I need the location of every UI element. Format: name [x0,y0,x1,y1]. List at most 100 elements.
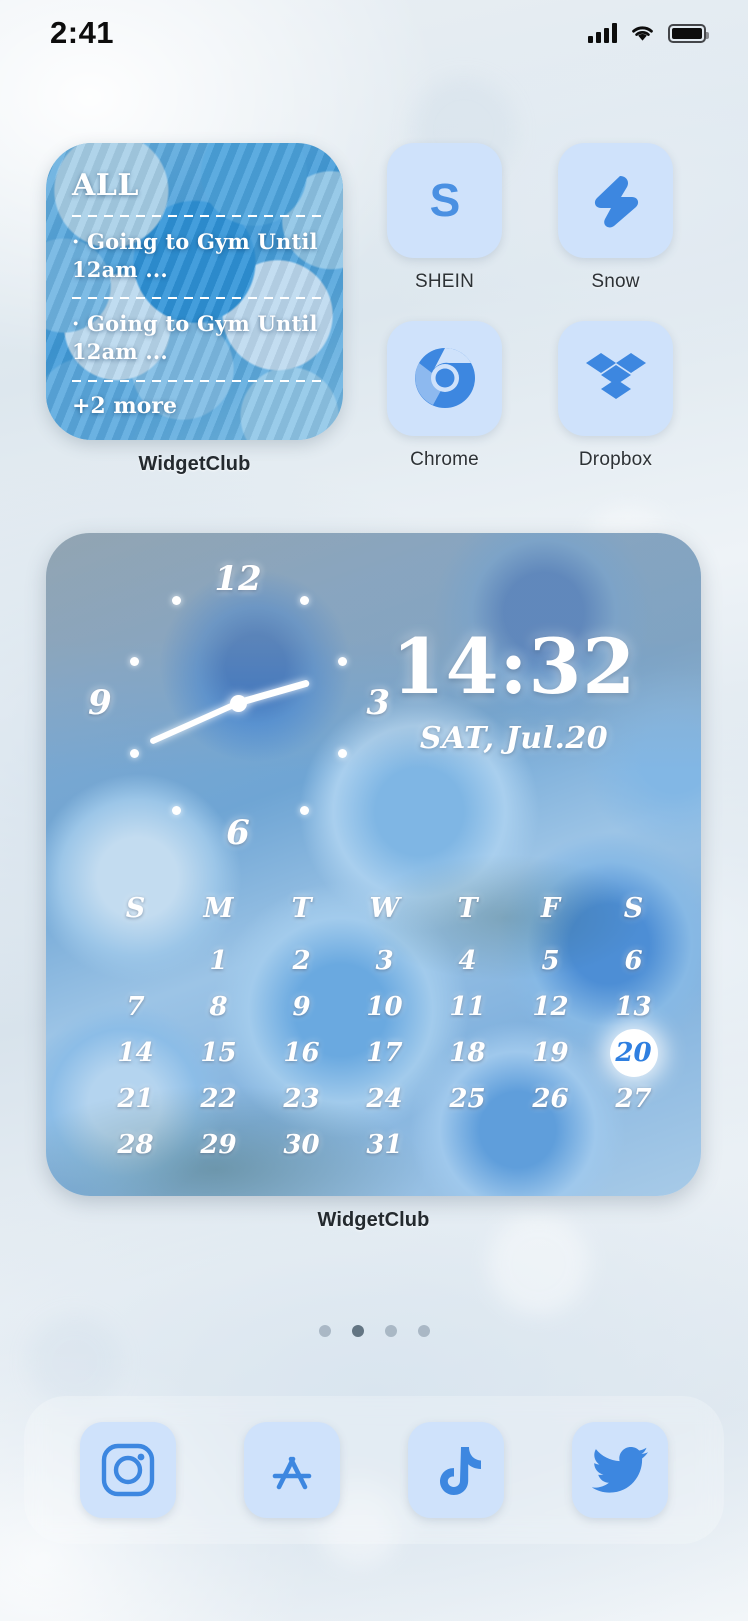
reminder-widget[interactable]: ALL · Going to Gym Until 12am ... · Goin… [46,143,343,440]
calendar-day-number: 8 [209,992,228,1022]
calendar-day[interactable]: 18 [426,1030,509,1076]
app-snow[interactable]: Snow [558,143,673,299]
calendar-day-number: 4 [458,946,477,976]
calendar-day[interactable]: 22 [177,1076,260,1122]
digital-date: SAT, Jul.20 [419,721,609,756]
tiktok-icon-tile[interactable] [408,1422,504,1518]
calendar-day-number: 28 [117,1130,154,1160]
calendar-day-number: 22 [200,1084,237,1114]
calendar-day[interactable]: 9 [260,984,343,1030]
analog-clock: 12 3 6 9 [88,559,390,853]
calendar-day-number: 23 [283,1084,320,1114]
app-dropbox[interactable]: Dropbox [558,320,673,477]
calendar-day-number: 13 [615,992,652,1022]
chrome-icon-tile[interactable] [387,320,502,436]
calendar-day[interactable]: 24 [343,1076,426,1122]
app-shein[interactable]: S SHEIN [387,143,502,299]
calendar-day[interactable]: 5 [509,938,592,984]
shein-icon-tile[interactable]: S [387,143,502,258]
calendar-day-number: 31 [366,1130,403,1160]
calendar-day[interactable]: 2 [260,938,343,984]
app-chrome[interactable]: Chrome [387,320,502,477]
calendar-day[interactable]: 23 [260,1076,343,1122]
digital-time: 14:32 [391,622,637,711]
calendar-day-number: 29 [200,1130,237,1160]
clock-tick-dot [300,596,309,605]
twitter-icon-tile[interactable] [572,1422,668,1518]
calendar-day[interactable]: 19 [509,1030,592,1076]
calendar-day[interactable]: 29 [177,1122,260,1168]
calendar-day-number: 30 [283,1130,320,1160]
top-widget-row: ALL · Going to Gym Until 12am ... · Goin… [46,143,706,476]
clock-numeral-12: 12 [214,559,262,599]
calendar-day-number: 19 [532,1038,569,1068]
twitter-bird-icon [592,1447,648,1493]
calendar-day[interactable]: 3 [343,938,426,984]
page-dot[interactable] [384,1325,397,1337]
calendar-day-today[interactable]: 20 [592,1029,675,1077]
reminder-more-count: +2 more [72,392,177,419]
calendar-day[interactable]: 7 [94,984,177,1030]
calendar-day-number: 20 [615,1038,652,1068]
dropbox-icon [585,353,646,399]
calendar-day-number: 10 [366,992,403,1022]
calendar-day[interactable]: 26 [509,1076,592,1122]
calendar-day[interactable]: 16 [260,1030,343,1076]
clock-calendar-widget[interactable]: 12 3 6 9 14:32 SAT, Jul.20 S M T W T F S… [46,533,701,1196]
calendar-weekday: F [540,893,561,924]
widgetclub-reminder-widget-wrap: ALL · Going to Gym Until 12am ... · Goin… [46,143,343,476]
digital-clock: 14:32 SAT, Jul.20 [369,622,659,757]
status-bar: 2:41 [0,0,748,66]
calendar-day[interactable]: 13 [592,984,675,1030]
page-indicator-dots[interactable] [0,1325,748,1337]
snow-icon-tile[interactable] [558,143,673,258]
battery-full-icon [668,23,709,43]
page-dot[interactable] [318,1325,331,1337]
clock-center-pin [229,694,247,712]
calendar-day-number: 6 [624,946,643,976]
calendar-day[interactable]: 14 [94,1030,177,1076]
calendar-day[interactable]: 27 [592,1076,675,1122]
divider [72,297,321,300]
calendar-day[interactable]: 10 [343,984,426,1030]
calendar-week-row: 1 2 3 4 5 6 [94,938,675,984]
reminder-item[interactable]: · Going to Gym Until 12am ... [72,310,321,365]
calendar-day[interactable]: 15 [177,1030,260,1076]
calendar-day[interactable]: 11 [426,984,509,1030]
calendar-day[interactable]: 6 [592,938,675,984]
calendar-day[interactable]: 12 [509,984,592,1030]
reminder-item[interactable]: · Going to Gym Until 12am ... [72,228,321,283]
calendar-day[interactable]: 4 [426,938,509,984]
page-dot-active[interactable] [351,1325,364,1337]
clock-section: 12 3 6 9 14:32 SAT, Jul.20 [46,533,701,883]
calendar-day-number: 18 [449,1038,486,1068]
calendar-day-empty [426,1122,509,1168]
calendar-weekday: M [203,893,234,924]
clock-tick-dot [338,657,347,666]
instagram-icon [101,1443,155,1497]
divider [72,379,321,382]
calendar-weekday-header: SMTWTFS [94,893,675,938]
calendar-section: SMTWTFS 1 2 3 4 5 6 7 8 9 10 11 12 13 14 15 16 17 18 19 20 2… [94,893,675,1168]
calendar-day[interactable]: 31 [343,1122,426,1168]
cellular-bars-icon [588,23,617,43]
dropbox-icon-tile[interactable] [558,320,673,436]
calendar-day-number: 9 [292,992,311,1022]
instagram-icon-tile[interactable] [80,1422,176,1518]
clock-tick-dot [172,806,181,815]
calendar-day[interactable]: 28 [94,1122,177,1168]
wifi-icon [632,26,653,41]
calendar-day[interactable]: 30 [260,1122,343,1168]
app-store-icon-tile[interactable] [244,1422,340,1518]
calendar-day[interactable]: 25 [426,1076,509,1122]
calendar-day[interactable]: 8 [177,984,260,1030]
page-dot[interactable] [417,1325,430,1337]
calendar-day-empty [509,1122,592,1168]
reminder-widget-label: WidgetClub [138,453,251,475]
calendar-day[interactable]: 1 [177,938,260,984]
clock-numeral-9: 9 [88,683,112,723]
calendar-day[interactable]: 17 [343,1030,426,1076]
clock-tick-dot [300,806,309,815]
calendar-weekday: T [291,893,312,924]
calendar-day[interactable]: 21 [94,1076,177,1122]
